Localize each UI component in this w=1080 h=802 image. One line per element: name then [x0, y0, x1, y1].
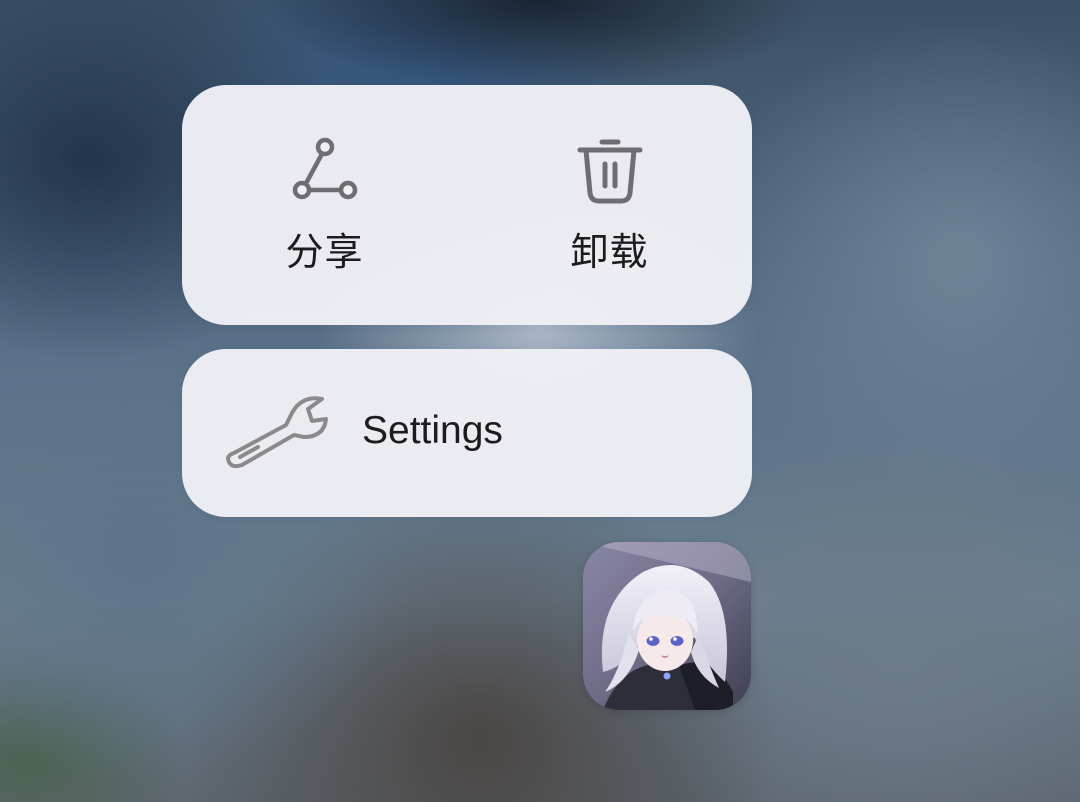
quick-actions-card: 分享 卸载: [182, 85, 752, 325]
trash-icon: [577, 139, 642, 204]
share-button[interactable]: 分享: [182, 85, 467, 325]
settings-shortcut[interactable]: Settings: [182, 349, 752, 517]
app-icon[interactable]: [583, 542, 751, 710]
share-icon: [292, 137, 357, 200]
wrench-icon: [226, 396, 328, 469]
shortcuts-card: Settings: [182, 349, 752, 517]
uninstall-button[interactable]: 卸载: [467, 85, 752, 325]
share-label: 分享: [285, 230, 364, 274]
home-screen-blurred-background: 分享 卸载 Settings: [0, 0, 1080, 802]
uninstall-label: 卸载: [570, 230, 649, 274]
anime-character-app-icon: [583, 542, 751, 710]
settings-label: Settings: [362, 409, 503, 452]
